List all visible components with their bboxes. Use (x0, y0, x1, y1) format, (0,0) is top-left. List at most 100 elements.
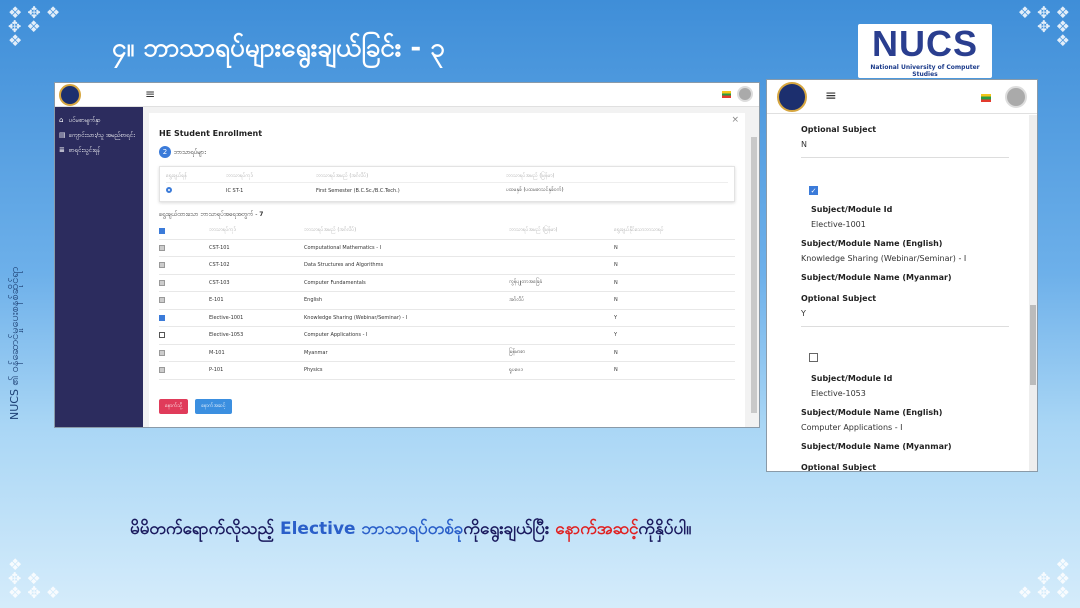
subject-checkbox[interactable] (809, 353, 818, 362)
hamburger-menu-icon[interactable]: ≡ (145, 87, 155, 101)
subject-checkbox[interactable] (159, 332, 165, 338)
step-indicator: 2 ဘာသာရပ်များ (159, 146, 735, 158)
header-cell: ရွေးချယ်နိုင်သောဘာသာရပ် (614, 223, 735, 240)
scrollbar[interactable] (751, 137, 757, 413)
semester-name-mm: ပထမနှစ် (ပထမစာသင်နှစ်ဝက်) (506, 187, 564, 193)
subject-name-en: Myanmar (304, 344, 509, 362)
subject-name-mm: မြန်မာစာ (509, 344, 614, 362)
user-avatar-icon[interactable] (737, 86, 753, 102)
subject-checkbox[interactable] (159, 244, 165, 251)
subject-checkbox[interactable]: ✓ (809, 186, 818, 195)
panel-title: HE Student Enrollment (159, 129, 263, 138)
count-value: 7 (259, 211, 264, 218)
subject-name-mm (509, 239, 614, 257)
mobile-window: ≡ Optional Subject N ✓ Subject/Module Id… (766, 79, 1038, 472)
table-row[interactable]: M-101 Myanmar မြန်မာစာ N (159, 344, 735, 362)
caption-part: မိမိတက်ရောက်လိုသည့် (130, 519, 280, 539)
list-icon: ≣ (59, 146, 65, 154)
subject-code: Elective-1001 (209, 309, 304, 327)
myanmar-flag-icon[interactable] (722, 91, 731, 98)
subject-name-en: English (304, 291, 509, 310)
subject-checkbox[interactable] (159, 262, 165, 268)
main-content: × HE Student Enrollment 2 ဘာသာရပ်များ ရွေ… (143, 107, 759, 427)
selected-count: ရွေးချယ်ထားသော ဘာသာရပ်အရေအတွက် - 7 (159, 210, 735, 219)
table-row[interactable]: CST-103 Computer Fundamentals ကွန်ပျူတာအ… (159, 274, 735, 292)
nucs-logo: NUCS National University of Computer Stu… (858, 24, 992, 78)
sidebar-item-label: ကျောင်းသား/သူ အမည်စာရင်း (68, 132, 135, 139)
myanmar-flag-icon[interactable] (981, 94, 991, 102)
header-cell: ဘာသာရပ်ကုဒ် (226, 172, 253, 179)
scrollbar[interactable] (1029, 115, 1037, 471)
subject-code: Elective-1053 (209, 326, 304, 345)
subject-optional: Y (614, 309, 735, 327)
subject-optional: N (614, 291, 735, 310)
optional-subject-label: Optional Subject (801, 463, 877, 472)
corner-decoration-bottom-right: ❖ ✥ ❖ ❖ ✥ ❖ (1017, 555, 1070, 602)
semester-row[interactable]: IC ST-1 First Semester (B.C.Sc./B.C.Tech… (166, 182, 728, 198)
logo-acronym-a: NU (871, 23, 926, 64)
scrollbar-thumb[interactable] (1030, 305, 1036, 385)
hamburger-menu-icon[interactable]: ≡ (825, 88, 837, 104)
semester-radio[interactable] (166, 186, 172, 193)
subject-name-mm (509, 256, 614, 275)
side-text: NUCS ၏ ဝန်ဆောင်မှုပေးစနစ်ဆိုင်ရာ (8, 266, 21, 420)
subject-name-en: Computer Applications - I (304, 326, 509, 345)
optional-subject-value: Y (801, 309, 806, 318)
subject-name-mm (509, 326, 614, 345)
subject-code: M-101 (209, 344, 304, 362)
mobile-top-bar: ≡ (767, 80, 1037, 114)
home-icon: ⌂ (59, 116, 64, 124)
sidebar-item-enrollment[interactable]: ≣ စာရင်းသွင်းရန် (55, 143, 143, 158)
subject-code: CST-101 (209, 239, 304, 257)
logo-acronym-b: CS (925, 23, 978, 64)
subject-optional: N (614, 274, 735, 292)
table-row[interactable]: CST-102 Data Structures and Algorithms N (159, 256, 735, 275)
subject-name-mm: အင်္ဂလိပ် (509, 291, 614, 310)
semester-code: IC ST-1 (226, 187, 244, 194)
subject-checkbox[interactable] (159, 297, 165, 303)
subject-name-en-label: Subject/Module Name (English) (801, 408, 943, 417)
header-cell: ဘာသာရပ်အမည် (မြန်မာ) (509, 223, 614, 240)
subject-checkbox[interactable] (159, 279, 165, 286)
top-bar: ≡ (55, 83, 759, 107)
table-row[interactable]: P-101 Physics ရူပဗေဒ N (159, 361, 735, 380)
subject-name-en-value: Computer Applications - I (801, 423, 903, 432)
sidebar-item-student-list[interactable]: ▤ ကျောင်းသား/သူ အမည်စာရင်း (55, 128, 143, 143)
table-row[interactable]: CST-101 Computational Mathematics - I N (159, 239, 735, 257)
subject-code: CST-102 (209, 256, 304, 275)
subject-optional: N (614, 344, 735, 362)
close-icon[interactable]: × (731, 115, 739, 125)
semester-header-row: ရွေးချယ်ရန် ဘာသာရပ်ကုဒ် ဘာသာရပ်အမည် (အင်… (166, 170, 728, 182)
subject-checkbox[interactable] (159, 367, 165, 373)
subject-optional: N (614, 239, 735, 257)
subject-checkbox[interactable] (159, 314, 165, 321)
book-icon: ▤ (59, 131, 66, 139)
sidebar-item-home[interactable]: ⌂ ပင်မစာမျက်နှာ (55, 113, 143, 128)
sidebar: ⌂ ပင်မစာမျက်နှာ ▤ ကျောင်းသား/သူ အမည်စာရင… (55, 107, 143, 427)
table-row[interactable]: Elective-1053 Computer Applications - I … (159, 326, 735, 345)
corner-decoration-bottom-left: ❖ ✥ ❖ ❖ ✥ ❖ (8, 555, 61, 602)
subject-checkbox[interactable] (159, 349, 165, 356)
subject-name-mm: ရူပဗေဒ (509, 361, 614, 380)
subject-code: CST-103 (209, 274, 304, 292)
subject-optional: N (614, 361, 735, 380)
count-label: ရွေးချယ်ထားသော ဘာသာရပ်အရေအတွက် - (159, 211, 258, 218)
header-cell: ရွေးချယ်ရန် (166, 172, 187, 179)
subject-name-en: Knowledge Sharing (Webinar/Seminar) - I (304, 309, 509, 327)
next-button[interactable]: နောက်အဆင့် (195, 398, 232, 414)
table-row[interactable]: E-101 English အင်္ဂလိပ် N (159, 291, 735, 310)
action-buttons: နောက်သို့ နောက်အဆင့် (159, 392, 735, 414)
subject-name-en: Computer Fundamentals (304, 274, 509, 292)
sidebar-item-label: ပင်မစာမျက်နှာ (68, 117, 101, 124)
user-avatar-icon[interactable] (1005, 86, 1027, 108)
subject-id-value: Elective-1001 (811, 220, 866, 229)
subject-id-label: Subject/Module Id (811, 374, 893, 383)
subject-name-en: Physics (304, 361, 509, 380)
table-row[interactable]: Elective-1001 Knowledge Sharing (Webinar… (159, 309, 735, 327)
slide-title: ၄။ ဘာသာရပ်များရွေးချယ်ခြင်း - ၃ (112, 33, 445, 63)
back-button[interactable]: နောက်သို့ (159, 398, 189, 414)
mobile-subject-list: Optional Subject N ✓ Subject/Module Id E… (767, 115, 1029, 471)
subject-name-en-label: Subject/Module Name (English) (801, 239, 943, 248)
subject-optional: Y (614, 326, 735, 345)
select-all-checkbox[interactable] (159, 227, 165, 234)
